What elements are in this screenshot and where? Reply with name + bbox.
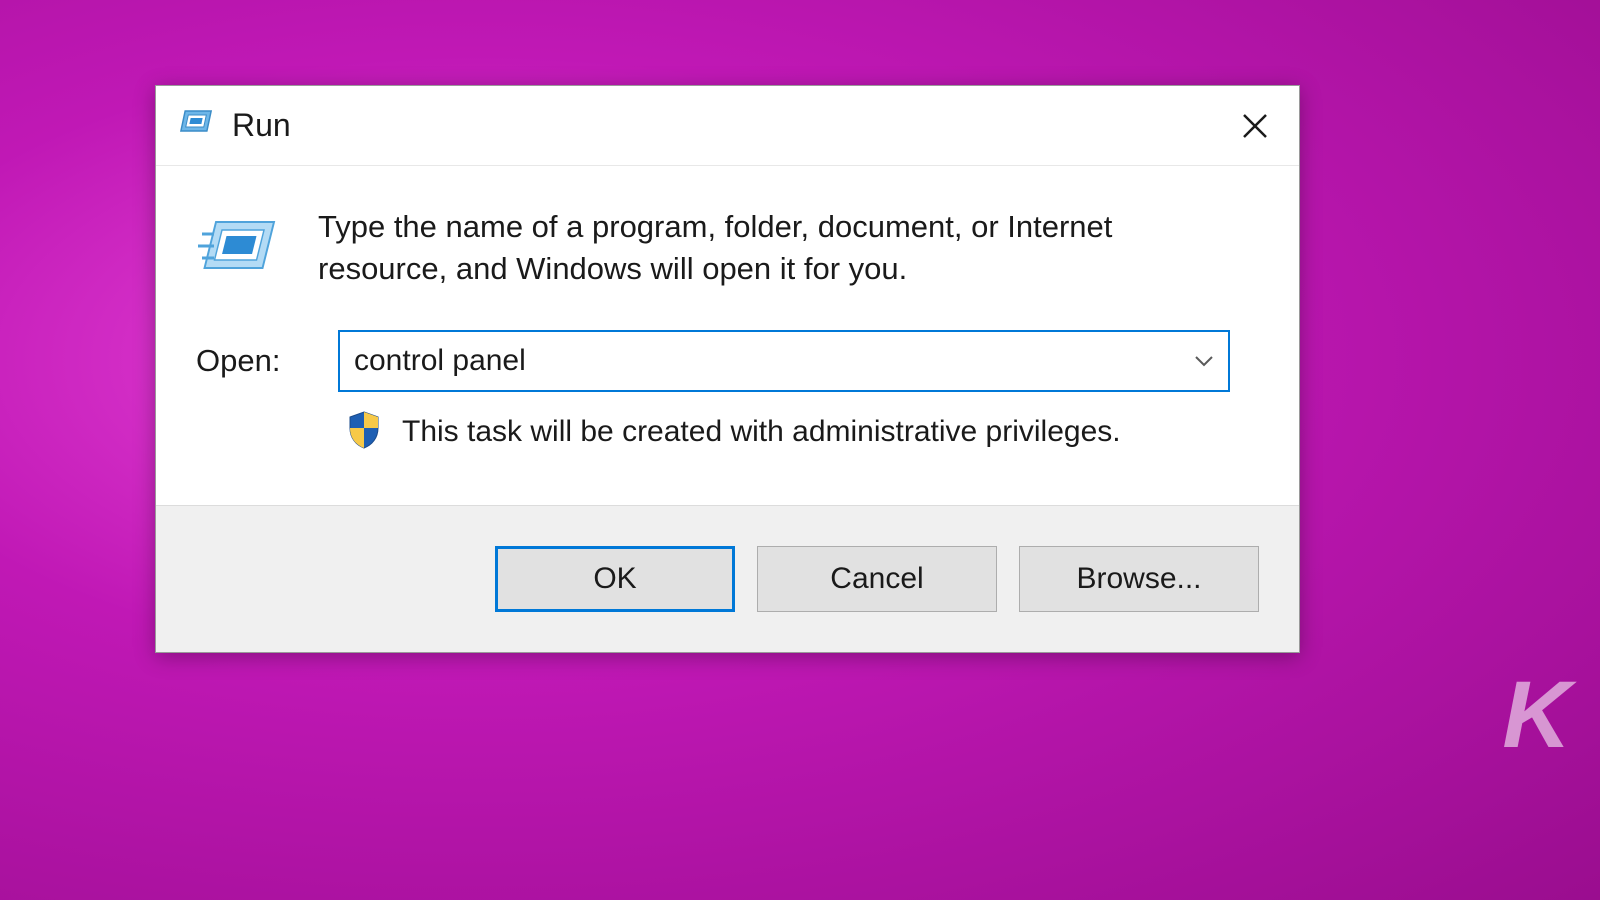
ok-button[interactable]: OK — [495, 546, 735, 612]
dialog-body: Type the name of a program, folder, docu… — [156, 166, 1299, 505]
run-large-icon — [196, 214, 288, 289]
dropdown-arrow[interactable] — [1180, 332, 1228, 390]
browse-button[interactable]: Browse... — [1019, 546, 1259, 612]
cancel-button[interactable]: Cancel — [757, 546, 997, 612]
open-input[interactable] — [340, 332, 1180, 390]
open-label: Open: — [196, 343, 296, 379]
admin-notice-text: This task will be created with administr… — [402, 415, 1121, 449]
run-icon — [180, 107, 216, 144]
admin-notice-row: This task will be created with administr… — [196, 410, 1259, 455]
close-icon — [1242, 113, 1268, 139]
instruction-text: Type the name of a program, folder, docu… — [318, 206, 1188, 290]
open-combobox[interactable] — [338, 330, 1230, 392]
open-row: Open: — [196, 330, 1259, 392]
chevron-down-icon — [1194, 355, 1214, 367]
close-button[interactable] — [1231, 102, 1279, 150]
watermark: K — [1502, 661, 1568, 770]
dialog-title: Run — [232, 107, 291, 144]
titlebar: Run — [156, 86, 1299, 166]
shield-icon — [346, 410, 382, 455]
dialog-footer: OK Cancel Browse... — [156, 505, 1299, 652]
run-dialog: Run Type the name of a program, folder, … — [155, 85, 1300, 653]
instruction-row: Type the name of a program, folder, docu… — [196, 206, 1259, 290]
